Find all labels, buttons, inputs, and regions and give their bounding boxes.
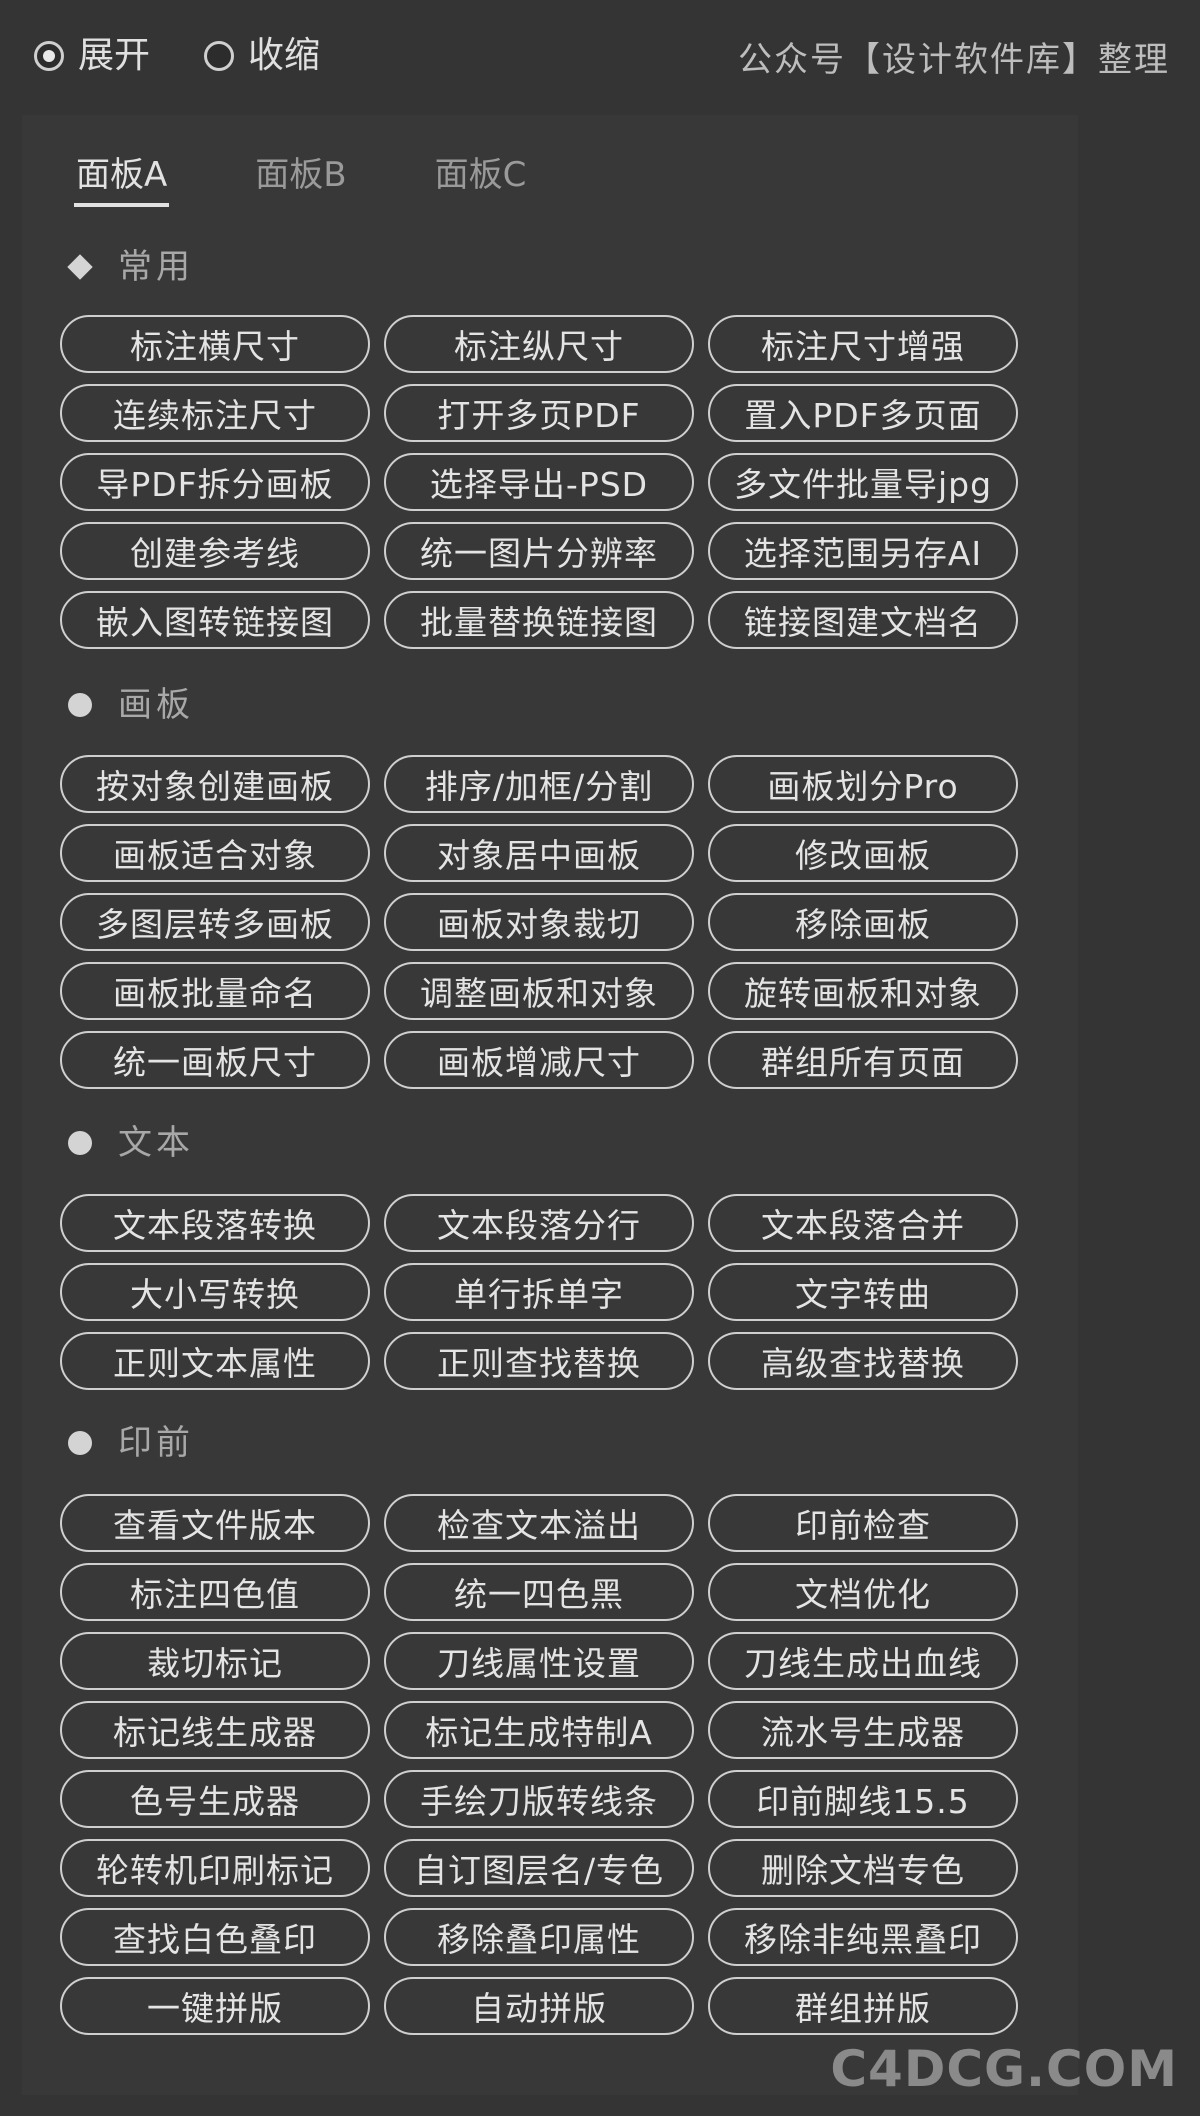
tool-button[interactable]: 标记线生成器 (60, 1701, 370, 1759)
tool-button[interactable]: 标注纵尺寸 (384, 315, 694, 373)
top-bar: 展开 收缩 公众号【设计软件库】整理 (0, 0, 1200, 112)
tool-button[interactable]: 正则查找替换 (384, 1332, 694, 1390)
tool-button[interactable]: 一键拼版 (60, 1977, 370, 2035)
tab-panel-a[interactable]: 面板A (73, 151, 170, 207)
tool-button[interactable]: 正则文本属性 (60, 1332, 370, 1390)
tool-button[interactable]: 群组所有页面 (708, 1031, 1018, 1089)
tool-button[interactable]: 裁切标记 (60, 1632, 370, 1690)
tool-button[interactable]: 移除非纯黑叠印 (708, 1908, 1018, 1966)
section-header-common: 常用 (67, 243, 194, 291)
tool-button[interactable]: 画板划分Pro (708, 755, 1018, 813)
tool-button[interactable]: 印前脚线15.5 (708, 1770, 1018, 1828)
section-title: 常用 (118, 247, 194, 287)
watermark-text: C4DCG.COM (830, 2040, 1178, 2098)
tool-button[interactable]: 连续标注尺寸 (60, 384, 370, 442)
tool-button[interactable]: 刀线生成出血线 (708, 1632, 1018, 1690)
tool-button[interactable]: 手绘刀版转线条 (384, 1770, 694, 1828)
expand-label: 展开 (78, 35, 151, 76)
collapse-label: 收缩 (248, 35, 321, 76)
tool-button[interactable]: 检查文本溢出 (384, 1494, 694, 1552)
tool-button[interactable]: 选择导出-PSD (384, 453, 694, 511)
radio-unselected-icon (204, 41, 234, 71)
tool-button[interactable]: 文档优化 (708, 1563, 1018, 1621)
credit-text: 公众号【设计软件库】整理 (738, 40, 1170, 80)
tool-button[interactable]: 按对象创建画板 (60, 755, 370, 813)
tab-panel-c[interactable]: 面板C (435, 151, 527, 199)
tab-bar: 面板A 面板B 面板C (73, 151, 614, 207)
tool-button[interactable]: 画板增减尺寸 (384, 1031, 694, 1089)
tool-button[interactable]: 标记生成特制A (384, 1701, 694, 1759)
tool-button[interactable]: 多文件批量导jpg (708, 453, 1018, 511)
tool-button[interactable]: 画板对象裁切 (384, 893, 694, 951)
tool-button[interactable]: 画板批量命名 (60, 962, 370, 1020)
button-grid-text: 文本段落转换 文本段落分行 文本段落合并大小写转换 单行拆单字 文字转曲正则文本属性 正则… (60, 1194, 1020, 1390)
tool-button[interactable]: 统一四色黑 (384, 1563, 694, 1621)
diamond-bullet-icon (67, 254, 93, 280)
tool-button[interactable]: 创建参考线 (60, 522, 370, 580)
tool-button[interactable]: 轮转机印刷标记 (60, 1839, 370, 1897)
tool-button[interactable]: 嵌入图转链接图 (60, 591, 370, 649)
tool-button[interactable]: 文本段落分行 (384, 1194, 694, 1252)
tool-button[interactable]: 统一画板尺寸 (60, 1031, 370, 1089)
section-title: 画板 (118, 685, 194, 725)
tool-button[interactable]: 文字转曲 (708, 1263, 1018, 1321)
dot-bullet-icon (68, 1431, 92, 1455)
section-title: 印前 (118, 1423, 194, 1463)
tool-button[interactable]: 大小写转换 (60, 1263, 370, 1321)
dot-bullet-icon (68, 693, 92, 717)
section-header-text: 文本 (68, 1119, 194, 1167)
tool-button[interactable]: 对象居中画板 (384, 824, 694, 882)
tool-button[interactable]: 旋转画板和对象 (708, 962, 1018, 1020)
tool-button[interactable]: 高级查找替换 (708, 1332, 1018, 1390)
tool-button[interactable]: 流水号生成器 (708, 1701, 1018, 1759)
tool-button[interactable]: 导PDF拆分画板 (60, 453, 370, 511)
tool-button[interactable]: 查看文件版本 (60, 1494, 370, 1552)
tool-button[interactable]: 查找白色叠印 (60, 1908, 370, 1966)
tool-button[interactable]: 调整画板和对象 (384, 962, 694, 1020)
button-grid-artboard: 按对象创建画板 排序/加框/分割 画板划分Pro 画板适合对象 对象居中画板 修改画板多图… (60, 755, 1020, 1089)
tool-button[interactable]: 印前检查 (708, 1494, 1018, 1552)
tool-button[interactable]: 标注尺寸增强 (708, 315, 1018, 373)
collapse-radio[interactable]: 收缩 (204, 32, 320, 80)
tool-button[interactable]: 排序/加框/分割 (384, 755, 694, 813)
tool-button[interactable]: 移除叠印属性 (384, 1908, 694, 1966)
tool-button[interactable]: 文本段落合并 (708, 1194, 1018, 1252)
tool-button[interactable]: 批量替换链接图 (384, 591, 694, 649)
tool-button[interactable]: 多图层转多画板 (60, 893, 370, 951)
tool-button[interactable]: 刀线属性设置 (384, 1632, 694, 1690)
tool-button[interactable]: 置入PDF多页面 (708, 384, 1018, 442)
tool-button[interactable]: 统一图片分辨率 (384, 522, 694, 580)
tool-button[interactable]: 自订图层名/专色 (384, 1839, 694, 1897)
tool-button[interactable]: 选择范围另存AI (708, 522, 1018, 580)
tool-button[interactable]: 修改画板 (708, 824, 1018, 882)
tool-button[interactable]: 链接图建文档名 (708, 591, 1018, 649)
tool-button[interactable]: 单行拆单字 (384, 1263, 694, 1321)
tool-button[interactable]: 标注四色值 (60, 1563, 370, 1621)
section-header-prepress: 印前 (68, 1419, 194, 1467)
tool-button[interactable]: 标注横尺寸 (60, 315, 370, 373)
tool-button[interactable]: 删除文档专色 (708, 1839, 1018, 1897)
tool-button[interactable]: 文本段落转换 (60, 1194, 370, 1252)
tool-button[interactable]: 自动拼版 (384, 1977, 694, 2035)
tool-button[interactable]: 群组拼版 (708, 1977, 1018, 2035)
dot-bullet-icon (68, 1131, 92, 1155)
tab-panel-b[interactable]: 面板B (255, 151, 346, 199)
tool-button[interactable]: 打开多页PDF (384, 384, 694, 442)
expand-radio[interactable]: 展开 (34, 32, 150, 80)
radio-selected-icon (34, 41, 64, 71)
section-title: 文本 (118, 1123, 194, 1163)
tool-panel: 面板A 面板B 面板C 常用 标注横尺寸 标注纵尺寸 标注尺寸增强连续标注尺寸 打开多… (22, 115, 1078, 2095)
tool-button[interactable]: 色号生成器 (60, 1770, 370, 1828)
tool-button[interactable]: 画板适合对象 (60, 824, 370, 882)
button-grid-common: 标注横尺寸 标注纵尺寸 标注尺寸增强连续标注尺寸 打开多页PDF 置入PDF多页面导PD… (60, 315, 1020, 649)
button-grid-prepress: 查看文件版本 检查文本溢出 印前检查标注四色值 统一四色黑 文档优化裁切标记 刀线属性设置… (60, 1494, 1020, 2035)
section-header-artboard: 画板 (68, 681, 194, 729)
tool-button[interactable]: 移除画板 (708, 893, 1018, 951)
